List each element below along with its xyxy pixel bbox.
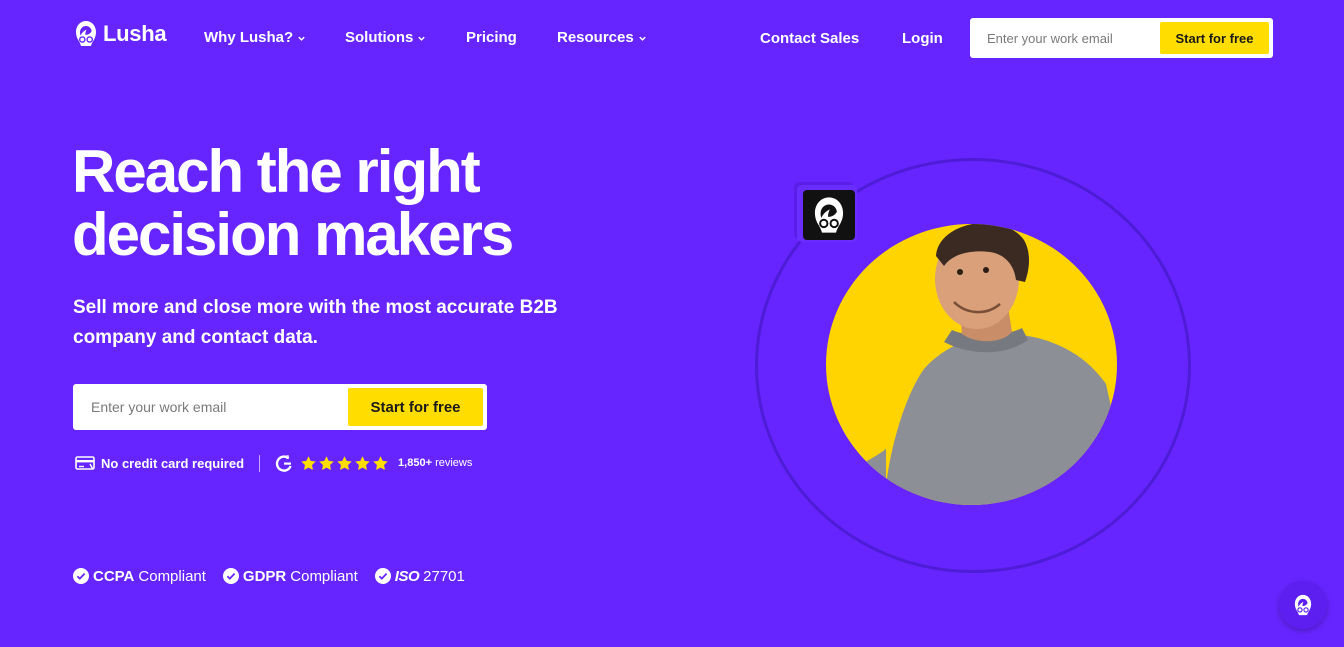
hero-illustration xyxy=(826,224,1117,505)
compliance-badges: CCPA Compliant GDPR Compliant ISO 27701 xyxy=(73,566,482,586)
star-icon xyxy=(373,455,388,470)
check-circle-icon xyxy=(222,568,239,584)
divider xyxy=(259,454,261,472)
star-icon xyxy=(355,455,370,470)
iso-label: ISO xyxy=(394,567,420,585)
hero-subtitle: Sell more and close more with the most a… xyxy=(73,293,593,353)
hero-title-line-1: Reach the right xyxy=(72,138,481,205)
credit-card-icon xyxy=(75,456,95,470)
nav-solutions-label: Solutions xyxy=(345,29,414,46)
hero-title: Reach the right decision makers xyxy=(72,140,632,266)
ccpa-suffix: Compliant xyxy=(138,567,206,585)
contact-sales-link[interactable]: Contact Sales xyxy=(760,30,859,47)
chevron-down-icon xyxy=(298,36,305,41)
chat-launcher-button[interactable] xyxy=(1279,581,1327,629)
chat-launcher-icon xyxy=(1294,594,1312,616)
nav-resources[interactable]: Resources xyxy=(557,29,647,46)
star-icon xyxy=(319,455,334,470)
iso-suffix: 27701 xyxy=(423,567,465,585)
lusha-logo-icon xyxy=(76,21,96,46)
lusha-logo-link[interactable]: Lusha xyxy=(74,20,167,47)
no-credit-card-text: No credit card required xyxy=(101,455,245,471)
chevron-down-icon xyxy=(418,36,426,41)
logo-wordmark: Lusha xyxy=(103,20,167,46)
reviews-text: 1,850+ reviews xyxy=(398,457,472,469)
hero-subtitle-line-2: company and contact data. xyxy=(73,327,318,348)
hero-signup-form: Start for free xyxy=(73,384,487,430)
nav-why-lusha-label: Why Lusha? xyxy=(204,29,294,46)
rating-stars xyxy=(300,455,389,472)
reviews-count: 1,850+ xyxy=(398,457,432,469)
nav-resources-label: Resources xyxy=(557,29,634,46)
g2-icon: 2 xyxy=(275,455,292,472)
nav-signup-form: Start for free xyxy=(970,18,1273,58)
hero-title-line-2: decision makers xyxy=(72,201,514,268)
nav-pricing[interactable]: Pricing xyxy=(466,29,517,46)
iso-badge: ISO 27701 xyxy=(374,567,465,585)
check-circle-icon xyxy=(374,568,391,584)
svg-text:2: 2 xyxy=(286,455,289,461)
trust-row: No credit card required 2 1,850+ reviews xyxy=(75,453,472,473)
hero-start-free-button[interactable]: Start for free xyxy=(348,388,483,426)
hero-email-input[interactable] xyxy=(77,399,348,415)
lusha-badge-icon xyxy=(814,197,844,233)
top-navigation: Lusha Why Lusha? Solutions Pricing Resou… xyxy=(0,0,1344,76)
star-icon xyxy=(337,455,352,470)
lusha-badge-inner xyxy=(803,190,855,240)
ccpa-label: CCPA xyxy=(93,567,135,585)
gdpr-badge: GDPR Compliant xyxy=(222,567,358,585)
check-circle-icon xyxy=(73,568,89,584)
nav-why-lusha[interactable]: Why Lusha? xyxy=(204,29,306,46)
gdpr-label: GDPR xyxy=(242,567,287,585)
hero-subtitle-line-1: Sell more and close more with the most a… xyxy=(73,297,558,318)
ccpa-badge: CCPA Compliant xyxy=(73,568,206,585)
chevron-down-icon xyxy=(639,36,646,41)
lusha-badge xyxy=(797,185,857,242)
nav-solutions[interactable]: Solutions xyxy=(345,29,426,46)
nav-pricing-label: Pricing xyxy=(466,29,517,46)
nav-email-input[interactable] xyxy=(974,30,1160,46)
login-link[interactable]: Login xyxy=(902,30,943,47)
reviews-label: reviews xyxy=(435,457,473,469)
gdpr-suffix: Compliant xyxy=(290,567,358,585)
nav-start-free-button[interactable]: Start for free xyxy=(1160,22,1269,54)
person-illustration xyxy=(826,224,1117,505)
star-icon xyxy=(301,455,316,470)
